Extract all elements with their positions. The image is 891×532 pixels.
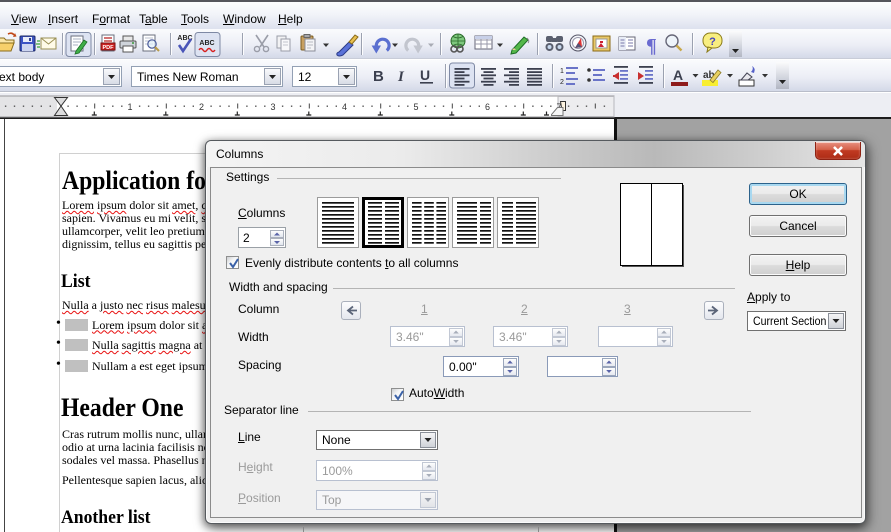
svg-text:¶: ¶ xyxy=(646,35,657,57)
svg-text:6: 6 xyxy=(485,102,490,112)
svg-text:1: 1 xyxy=(127,102,132,112)
svg-text:A: A xyxy=(673,67,683,83)
svg-text:U: U xyxy=(420,67,430,83)
svg-text:1: 1 xyxy=(560,68,564,75)
svg-text:PDF: PDF xyxy=(103,45,115,51)
svg-text:5: 5 xyxy=(413,102,418,112)
svg-text:4: 4 xyxy=(342,102,347,112)
svg-text:2: 2 xyxy=(560,79,564,86)
svg-text:?: ? xyxy=(709,36,716,48)
svg-text:B: B xyxy=(373,68,384,85)
svg-text:ABC: ABC xyxy=(199,40,214,47)
svg-text:I: I xyxy=(397,69,405,85)
svg-text:2: 2 xyxy=(199,102,204,112)
svg-text:3: 3 xyxy=(270,102,275,112)
